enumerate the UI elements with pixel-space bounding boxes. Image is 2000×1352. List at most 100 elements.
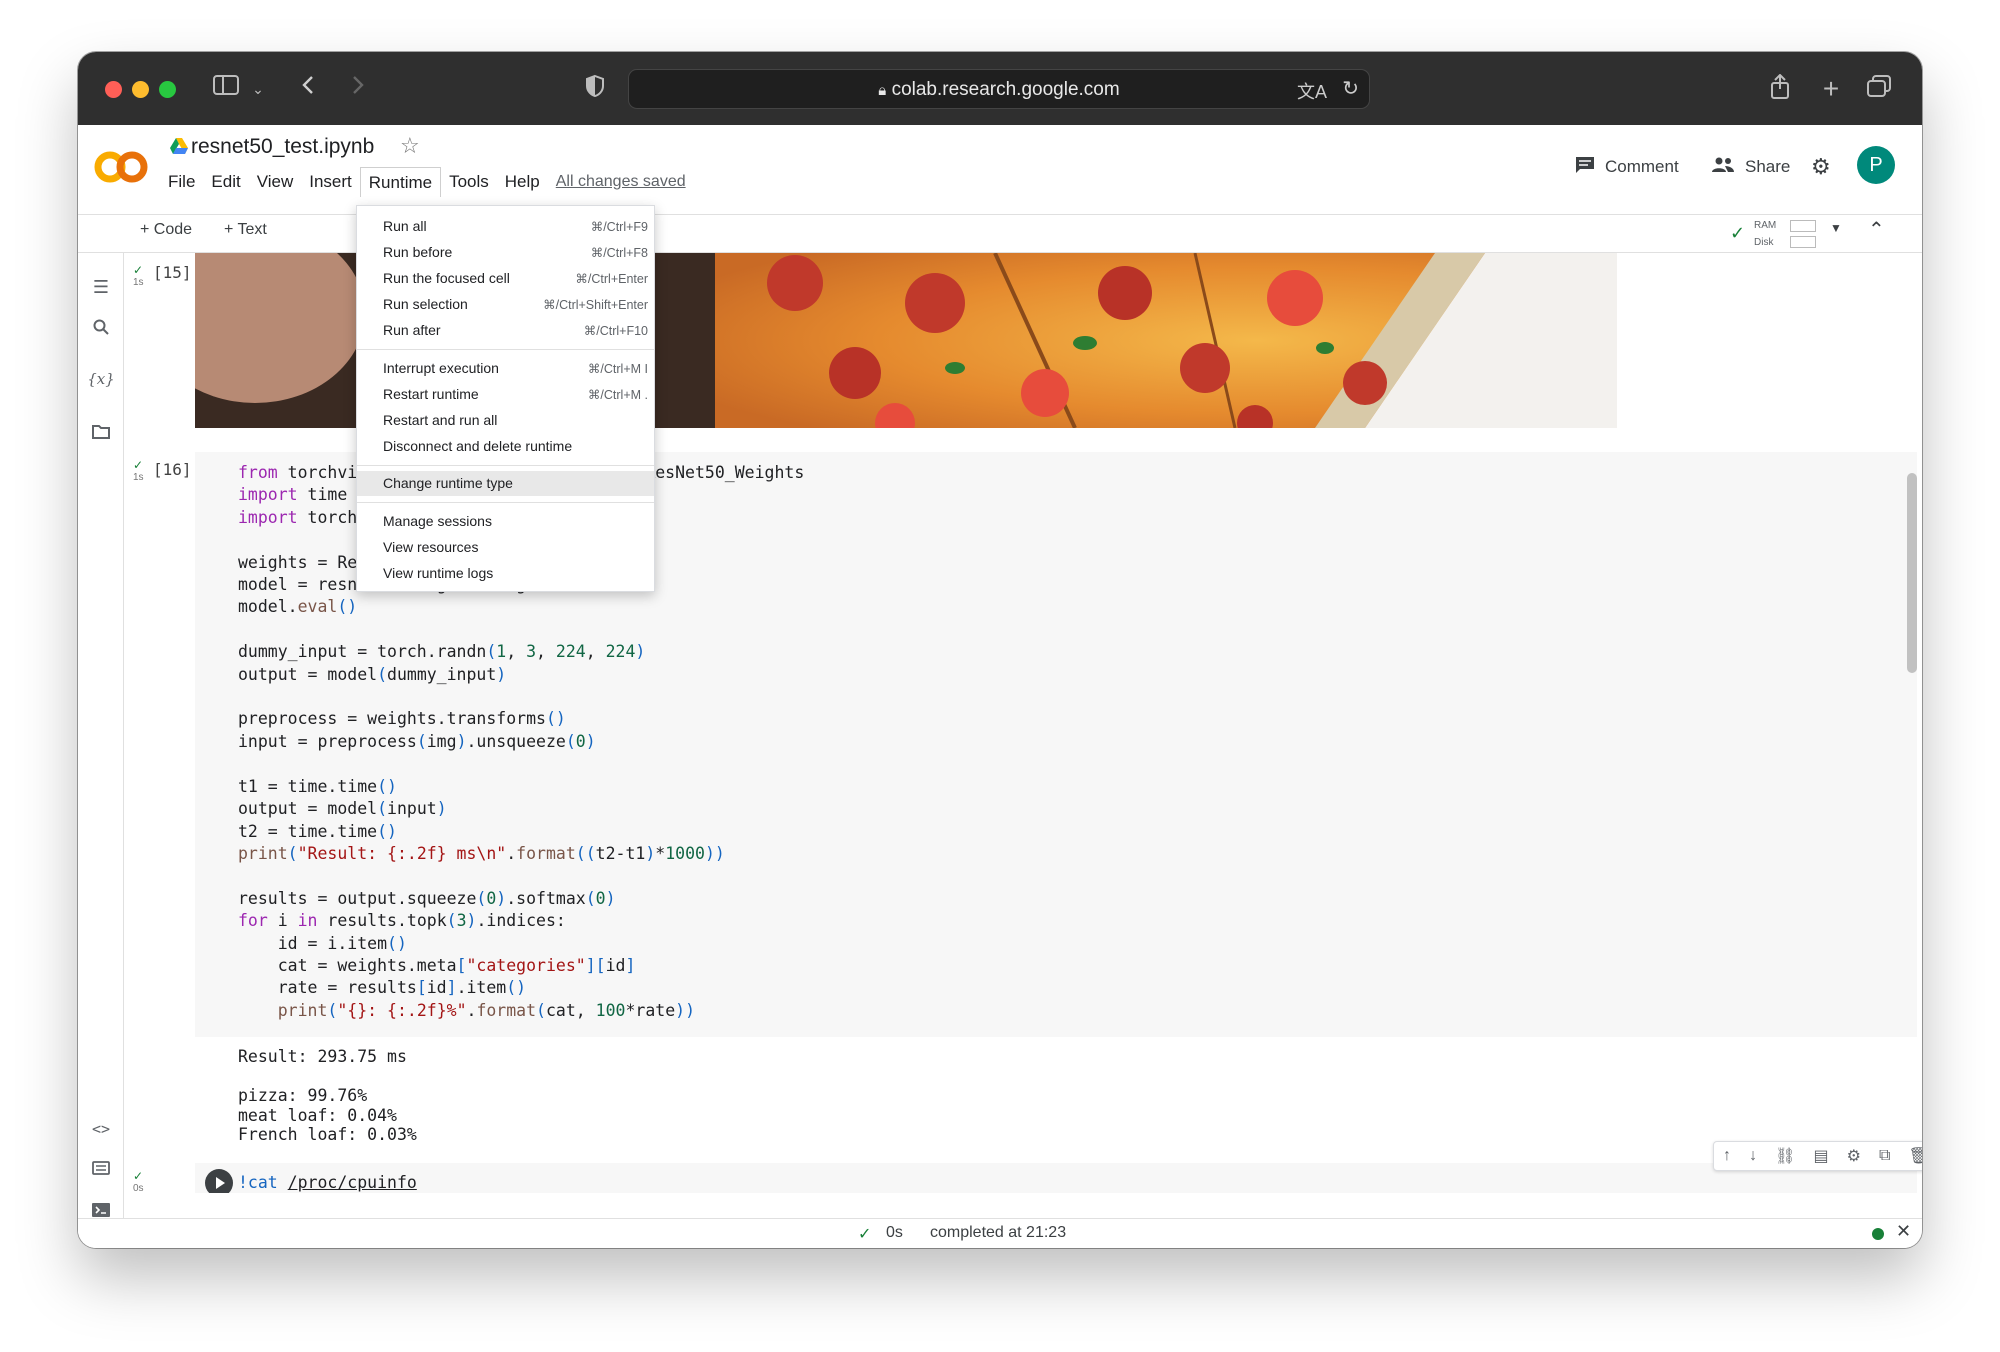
exec-count[interactable]: [15] bbox=[153, 263, 192, 282]
command-palette-icon[interactable] bbox=[87, 1155, 115, 1183]
link-icon[interactable]: ⛓ bbox=[1775, 1146, 1795, 1166]
code-path: /proc/cpuinfo bbox=[287, 1173, 417, 1192]
share-label: Share bbox=[1745, 157, 1791, 176]
menu-item-disconnect-and-delete[interactable]: Disconnect and delete runtime bbox=[357, 434, 654, 459]
collapse-header-icon[interactable]: ⌃ bbox=[1868, 217, 1885, 242]
menu-item-label: Disconnect and delete runtime bbox=[383, 438, 573, 454]
reload-icon[interactable]: ↻ bbox=[1342, 76, 1359, 101]
comment-label: Comment bbox=[1605, 157, 1679, 176]
output-line: pizza: 99.76% bbox=[238, 1086, 368, 1105]
comment-icon[interactable]: ▤ bbox=[1813, 1146, 1828, 1166]
menu-item-shortcut: ⌘/Ctrl+F10 bbox=[583, 324, 648, 338]
toc-icon[interactable]: ☰ bbox=[87, 273, 115, 301]
menu-item-run-after[interactable]: Run after ⌘/Ctrl+F10 bbox=[357, 318, 654, 343]
run-cell-button[interactable] bbox=[205, 1169, 233, 1193]
output-line: Result: 293.75 ms bbox=[238, 1047, 407, 1066]
menu-file[interactable]: File bbox=[160, 167, 203, 197]
search-icon[interactable] bbox=[87, 315, 115, 343]
menu-tools[interactable]: Tools bbox=[441, 167, 497, 197]
variables-icon[interactable]: {x} bbox=[87, 365, 115, 393]
sidebar-toggle-icon[interactable] bbox=[211, 74, 241, 104]
code-command: !cat bbox=[238, 1173, 288, 1192]
menu-item-shortcut: ⌘/Ctrl+Shift+Enter bbox=[543, 298, 648, 312]
code-cell[interactable]: !cat /proc/cpuinfo bbox=[195, 1163, 1917, 1193]
comment-icon bbox=[1575, 156, 1595, 179]
cell-toolbar: ↑ ↓ ⛓ ▤ ⚙ ⧉ 🗑︎ ⋮ bbox=[1713, 1141, 1922, 1171]
menu-bar: File Edit View Insert Runtime Tools Help… bbox=[160, 167, 686, 197]
menu-item-view-runtime-logs[interactable]: View runtime logs bbox=[357, 561, 654, 586]
minimize-window-button[interactable] bbox=[132, 81, 149, 98]
exec-count[interactable]: [16] bbox=[153, 460, 192, 479]
menu-item-manage-sessions[interactable]: Manage sessions bbox=[357, 509, 654, 534]
settings-icon[interactable]: ⚙ bbox=[1847, 1146, 1861, 1166]
status-message[interactable]: completed at 21:23 bbox=[930, 1224, 1066, 1242]
caret-down-icon[interactable]: ▼ bbox=[1830, 221, 1842, 235]
delete-icon[interactable]: 🗑︎ bbox=[1909, 1146, 1922, 1166]
menu-item-interrupt-execution[interactable]: Interrupt execution ⌘/Ctrl+M I bbox=[357, 356, 654, 381]
menu-item-label: Run selection bbox=[383, 296, 468, 312]
close-window-button[interactable] bbox=[105, 81, 122, 98]
menu-item-label: Interrupt execution bbox=[383, 360, 499, 376]
comment-button[interactable]: Comment bbox=[1575, 149, 1679, 185]
menu-item-run-before[interactable]: Run before ⌘/Ctrl+F8 bbox=[357, 240, 654, 265]
share-button[interactable]: Share bbox=[1711, 149, 1790, 185]
status-check-icon: ✓ bbox=[858, 1226, 872, 1243]
ram-meter bbox=[1790, 220, 1816, 232]
colab-logo[interactable] bbox=[94, 147, 148, 187]
new-tab-icon[interactable]: + bbox=[1816, 74, 1846, 104]
menu-item-label: Run all bbox=[383, 218, 427, 234]
menu-divider bbox=[357, 349, 654, 350]
status-time: 0s bbox=[886, 1224, 903, 1241]
back-icon[interactable] bbox=[296, 74, 320, 104]
settings-icon[interactable]: ⚙ bbox=[1811, 149, 1831, 185]
menu-edit[interactable]: Edit bbox=[203, 167, 248, 197]
menu-item-change-runtime-type[interactable]: Change runtime type bbox=[357, 471, 654, 496]
success-check-icon: ✓ bbox=[133, 1169, 144, 1183]
menu-item-label: View runtime logs bbox=[383, 565, 494, 581]
add-code-button[interactable]: + Code bbox=[140, 221, 192, 239]
drive-icon bbox=[170, 138, 188, 154]
address-bar[interactable]: 🔒︎ colab.research.google.com 文A ↻ bbox=[628, 69, 1370, 109]
mirror-cell-icon[interactable]: ⧉ bbox=[1879, 1147, 1890, 1165]
ram-label: RAM bbox=[1754, 220, 1777, 231]
disk-label: Disk bbox=[1754, 237, 1774, 248]
exec-time: 1s bbox=[133, 472, 144, 483]
menu-runtime[interactable]: Runtime bbox=[359, 167, 442, 197]
code-editor[interactable]: !cat /proc/cpuinfo bbox=[238, 1172, 417, 1193]
zoom-window-button[interactable] bbox=[159, 81, 176, 98]
output-line: French loaf: 0.03% bbox=[238, 1125, 417, 1144]
save-status[interactable]: All changes saved bbox=[556, 167, 686, 197]
menu-item-label: Manage sessions bbox=[383, 513, 492, 529]
menu-view[interactable]: View bbox=[249, 167, 302, 197]
menu-item-restart-and-run-all[interactable]: Restart and run all bbox=[357, 408, 654, 433]
code-snippets-icon[interactable]: <> bbox=[87, 1115, 115, 1143]
avatar[interactable]: P bbox=[1857, 146, 1895, 184]
exec-time: 0s bbox=[133, 1183, 144, 1193]
resource-labels[interactable]: RAM Disk bbox=[1754, 217, 1776, 251]
add-text-button[interactable]: + Text bbox=[224, 221, 267, 239]
star-icon[interactable]: ☆ bbox=[400, 133, 420, 159]
menu-item-shortcut: ⌘/Ctrl+F8 bbox=[590, 246, 648, 260]
close-icon[interactable]: ✕ bbox=[1896, 1221, 1911, 1242]
chevron-down-icon[interactable]: ⌄ bbox=[248, 74, 268, 104]
privacy-shield-icon[interactable] bbox=[582, 74, 608, 104]
translate-icon[interactable]: 文A bbox=[1297, 78, 1327, 104]
menu-item-run-selection[interactable]: Run selection ⌘/Ctrl+Shift+Enter bbox=[357, 292, 654, 317]
move-down-icon[interactable]: ↓ bbox=[1749, 1147, 1757, 1165]
tab-overview-icon[interactable] bbox=[1864, 74, 1894, 104]
notebook-title[interactable]: resnet50_test.ipynb bbox=[191, 135, 374, 159]
menu-item-shortcut: ⌘/Ctrl+Enter bbox=[575, 272, 648, 286]
lock-icon: 🔒︎ bbox=[878, 82, 887, 99]
menu-item-run-all[interactable]: Run all ⌘/Ctrl+F9 bbox=[357, 214, 654, 239]
move-up-icon[interactable]: ↑ bbox=[1723, 1147, 1731, 1165]
menu-item-run-focused-cell[interactable]: Run the focused cell ⌘/Ctrl+Enter bbox=[357, 266, 654, 291]
menu-insert[interactable]: Insert bbox=[301, 167, 360, 197]
menu-help[interactable]: Help bbox=[497, 167, 548, 197]
menu-item-restart-runtime[interactable]: Restart runtime ⌘/Ctrl+M . bbox=[357, 382, 654, 407]
share-page-icon[interactable] bbox=[1765, 73, 1795, 104]
menu-item-view-resources[interactable]: View resources bbox=[357, 535, 654, 560]
folder-icon[interactable] bbox=[87, 419, 115, 447]
scrollbar[interactable] bbox=[1907, 473, 1917, 673]
menu-item-shortcut: ⌘/Ctrl+M I bbox=[587, 362, 648, 376]
forward-icon[interactable] bbox=[346, 74, 370, 104]
